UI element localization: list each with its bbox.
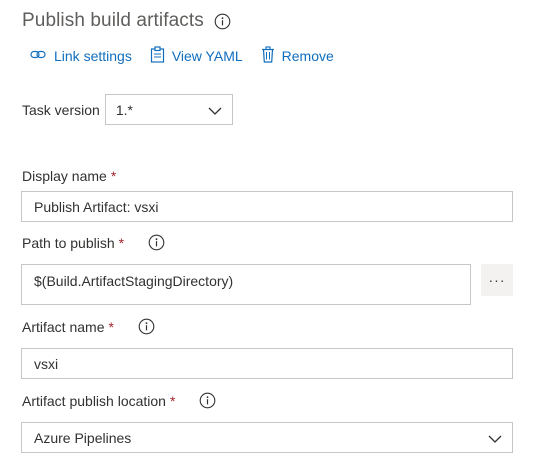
path-to-publish-value: $(Build.ArtifactStagingDirectory) xyxy=(34,273,234,289)
info-icon[interactable] xyxy=(138,318,155,335)
link-icon xyxy=(30,48,54,64)
publish-location-label: Artifact publish location * xyxy=(22,392,216,409)
artifact-name-field[interactable]: vsxi xyxy=(21,348,513,379)
info-icon[interactable] xyxy=(148,234,165,251)
required-marker: * xyxy=(108,318,114,335)
info-icon[interactable] xyxy=(199,392,216,409)
path-to-publish-label-text: Path to publish xyxy=(22,234,115,251)
action-bar: Link settings View YAML Remove xyxy=(30,46,352,66)
chevron-down-icon xyxy=(208,102,222,118)
path-to-publish-field[interactable]: $(Build.ArtifactStagingDirectory) xyxy=(21,264,471,305)
task-version-value: 1.* xyxy=(115,101,133,118)
clipboard-icon xyxy=(150,46,172,66)
link-settings-button[interactable]: Link settings xyxy=(30,48,132,64)
page-title: Publish build artifacts xyxy=(22,10,204,31)
display-name-label-text: Display name xyxy=(22,168,107,184)
chevron-down-icon xyxy=(488,430,502,446)
artifact-name-label: Artifact name * xyxy=(22,318,155,335)
view-yaml-label: View YAML xyxy=(171,48,243,64)
remove-button[interactable]: Remove xyxy=(261,46,334,66)
view-yaml-button[interactable]: View YAML xyxy=(150,46,243,66)
display-name-field[interactable]: Publish Artifact: vsxi xyxy=(21,191,513,222)
publish-location-label-text: Artifact publish location xyxy=(22,392,166,409)
display-name-label: Display name * xyxy=(22,168,116,184)
link-settings-label: Link settings xyxy=(54,48,132,64)
header: Publish build artifacts xyxy=(22,10,231,32)
info-icon[interactable] xyxy=(214,13,231,30)
path-to-publish-label: Path to publish * xyxy=(22,234,165,251)
required-marker: * xyxy=(118,234,125,251)
trash-icon xyxy=(261,46,282,66)
publish-location-dropdown[interactable]: Azure Pipelines xyxy=(21,422,513,453)
artifact-name-label-text: Artifact name xyxy=(22,318,105,335)
publish-location-value: Azure Pipelines xyxy=(34,429,132,446)
task-version-label: Task version xyxy=(22,101,100,118)
task-version-dropdown[interactable]: 1.* xyxy=(104,94,233,125)
browse-path-button[interactable]: ··· xyxy=(481,264,513,296)
required-marker: * xyxy=(110,168,117,184)
required-marker: * xyxy=(169,392,176,409)
artifact-name-value: vsxi xyxy=(34,355,59,372)
remove-label: Remove xyxy=(281,48,334,64)
display-name-value: Publish Artifact: vsxi xyxy=(34,198,159,215)
task-version-row: Task version 1.* xyxy=(22,94,233,125)
task-settings-panel: Publish build artifacts Link settings Vi… xyxy=(0,0,535,463)
